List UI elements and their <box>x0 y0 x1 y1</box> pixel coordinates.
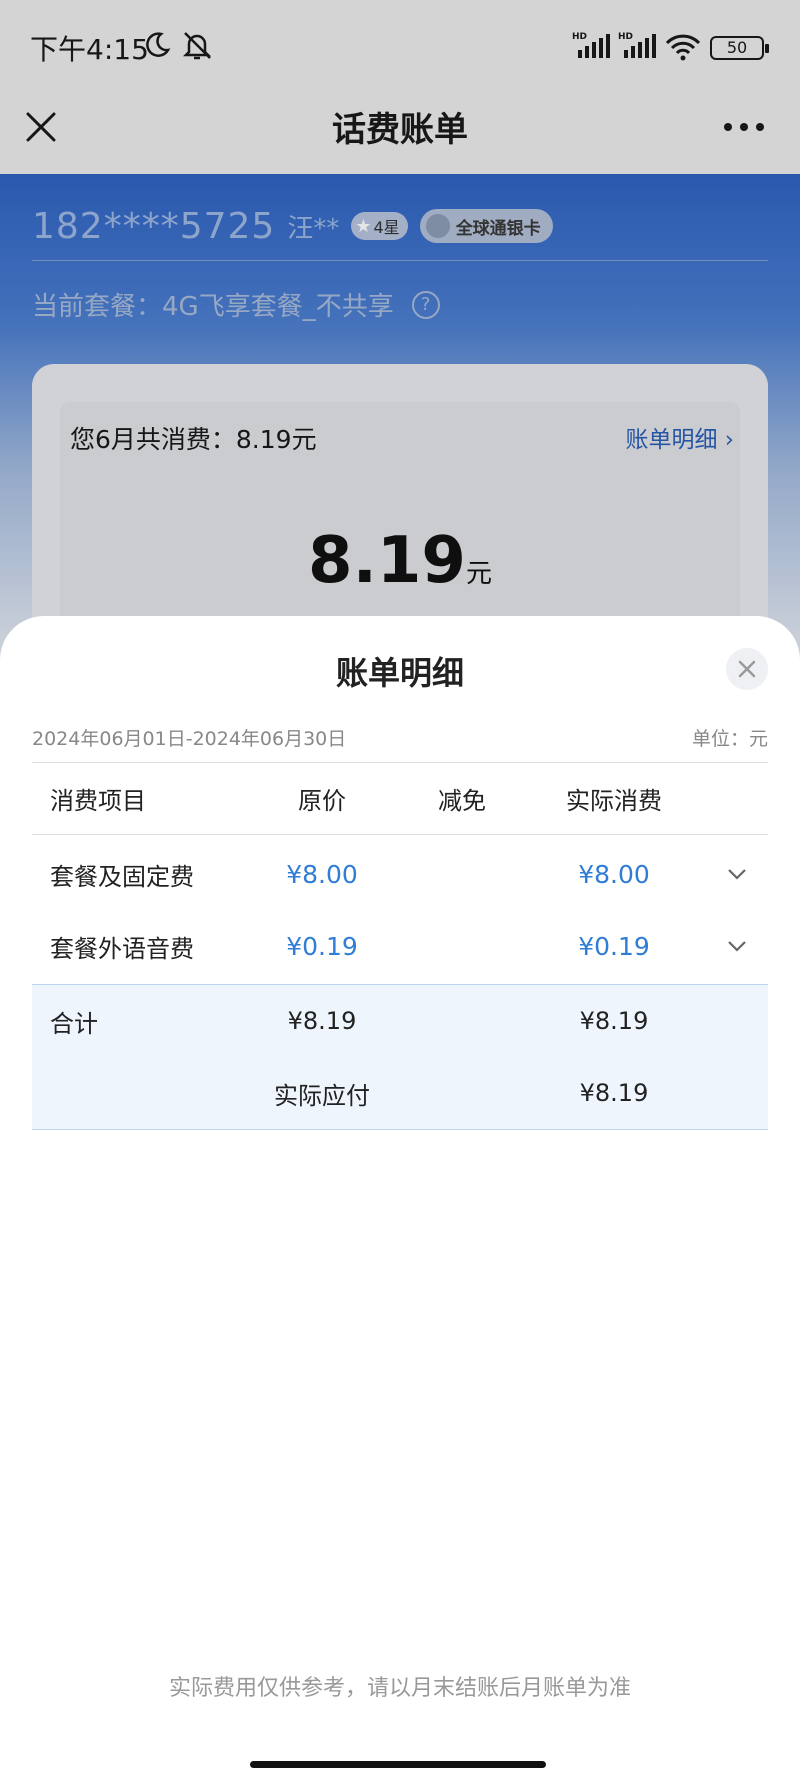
chevron-down-icon <box>728 869 746 880</box>
payable-row: 实际应付 ¥8.19 <box>32 1057 768 1129</box>
column-header: 原价 <box>298 786 346 815</box>
screen: 下午4:15 HD HD 50 话费账单 182****5725 汪** ★ 4… <box>0 0 800 1778</box>
divider <box>32 834 768 835</box>
column-header: 减免 <box>438 786 486 815</box>
total-row: 合计 ¥8.19 ¥8.19 <box>32 985 768 1057</box>
row-original: ¥0.19 <box>286 931 358 961</box>
expand-row-button[interactable] <box>722 838 752 910</box>
unit-label: 单位：元 <box>691 728 768 750</box>
bill-detail-sheet: 账单明细 2024年06月01日-2024年06月30日 单位：元 消费项目 原… <box>0 616 800 1778</box>
chevron-down-icon <box>728 941 746 952</box>
row-actual: ¥8.00 <box>578 859 650 889</box>
home-indicator[interactable] <box>250 1761 546 1768</box>
row-actual: ¥0.19 <box>578 931 650 961</box>
column-header: 实际消费 <box>566 786 662 815</box>
total-label: 合计 <box>50 1009 98 1038</box>
row-original: ¥8.00 <box>286 859 358 889</box>
total-actual: ¥8.19 <box>579 1007 649 1035</box>
table-header: 消费项目 原价 减免 实际消费 <box>32 762 768 834</box>
close-icon[interactable] <box>726 648 768 690</box>
expand-row-button[interactable] <box>722 910 752 982</box>
sheet-title: 账单明细 <box>335 654 464 692</box>
payable-value: ¥8.19 <box>579 1079 649 1107</box>
date-range: 2024年06月01日-2024年06月30日 <box>32 728 347 750</box>
row-item: 套餐及固定费 <box>50 862 194 891</box>
total-summary: 合计 ¥8.19 ¥8.19 实际应付 ¥8.19 <box>32 984 768 1130</box>
payable-label: 实际应付 <box>274 1081 370 1110</box>
row-reduction <box>414 910 510 982</box>
table-row[interactable]: 套餐外语音费 ¥0.19 ¥0.19 <box>32 910 768 982</box>
row-item: 套餐外语音费 <box>50 934 194 963</box>
row-reduction <box>414 838 510 910</box>
table-row[interactable]: 套餐及固定费 ¥8.00 ¥8.00 <box>32 838 768 910</box>
column-header: 消费项目 <box>50 786 146 815</box>
total-original: ¥8.19 <box>287 1007 357 1035</box>
footer-note: 实际费用仅供参考，请以月末结账后月账单为准 <box>168 1676 631 1701</box>
